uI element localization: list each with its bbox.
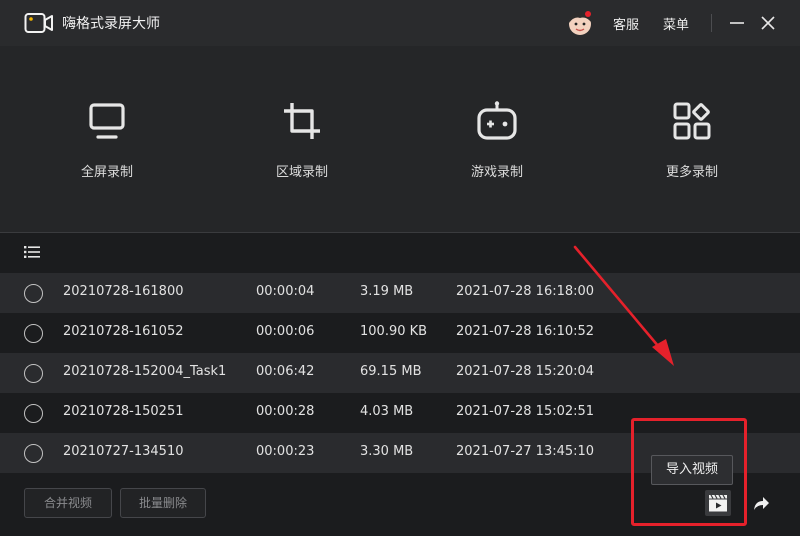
row-select-radio[interactable]: [24, 404, 43, 423]
crop-icon: [284, 103, 320, 139]
share-icon[interactable]: [751, 493, 771, 513]
recording-size: 3.30 MB: [360, 444, 414, 459]
app-logo-camera-icon: [24, 13, 53, 33]
recording-duration: 00:00:28: [256, 404, 315, 419]
support-avatar-icon[interactable]: [566, 9, 594, 37]
recording-name: 20210728-152004_Task1: [63, 364, 227, 379]
recording-size: 69.15 MB: [360, 364, 422, 379]
batch-delete-button[interactable]: 批量删除: [120, 488, 206, 518]
recording-date: 2021-07-28 15:02:51: [456, 404, 595, 419]
mode-region[interactable]: 区域录制: [242, 100, 362, 180]
recording-duration: 00:00:04: [256, 284, 315, 299]
monitor-icon: [89, 103, 125, 139]
gamepad-icon: [477, 101, 517, 140]
menu-link[interactable]: 菜单: [663, 14, 689, 33]
recording-duration: 00:06:42: [256, 364, 315, 379]
grid-more-icon: [673, 102, 711, 140]
recording-size: 100.90 KB: [360, 324, 428, 339]
recording-name: 20210728-161052: [63, 324, 184, 339]
mode-fullscreen[interactable]: 全屏录制: [47, 100, 167, 180]
row-select-radio[interactable]: [24, 444, 43, 463]
import-video-tooltip: 导入视频: [651, 455, 733, 485]
row-select-radio[interactable]: [24, 364, 43, 383]
mode-game-label: 游戏录制: [470, 165, 523, 180]
recording-date: 2021-07-27 13:45:10: [456, 444, 595, 459]
row-select-radio[interactable]: [24, 284, 43, 303]
app-title: 嗨格式录屏大师: [62, 16, 160, 32]
mode-region-label: 区域录制: [275, 165, 328, 180]
film-clapper-icon: [709, 494, 727, 512]
recording-size: 3.19 MB: [360, 284, 414, 299]
support-link[interactable]: 客服: [613, 14, 639, 33]
recording-name: 20210728-161800: [63, 284, 184, 299]
recording-duration: 00:00:06: [256, 324, 315, 339]
recording-duration: 00:00:23: [256, 444, 315, 459]
minimize-button[interactable]: [726, 12, 748, 34]
recording-name: 20210727-134510: [63, 444, 184, 459]
mode-more[interactable]: 更多录制: [632, 100, 752, 180]
import-video-button[interactable]: [705, 490, 731, 516]
recording-size: 4.03 MB: [360, 404, 414, 419]
title-bar: 嗨格式录屏大师 客服 菜单: [0, 0, 800, 46]
mode-game[interactable]: 游戏录制: [437, 100, 557, 180]
titlebar-separator: [711, 14, 712, 32]
row-select-radio[interactable]: [24, 324, 43, 343]
merge-videos-button[interactable]: 合并视频: [24, 488, 112, 518]
list-view-icon[interactable]: [24, 245, 40, 259]
close-button[interactable]: [757, 12, 779, 34]
recording-name: 20210728-150251: [63, 404, 184, 419]
mode-more-label: 更多录制: [665, 165, 718, 180]
mode-fullscreen-label: 全屏录制: [80, 165, 133, 180]
annotation-arrow: [573, 245, 674, 366]
recording-modes-panel: 全屏录制 区域录制 游戏录制 更多录制: [0, 46, 800, 232]
